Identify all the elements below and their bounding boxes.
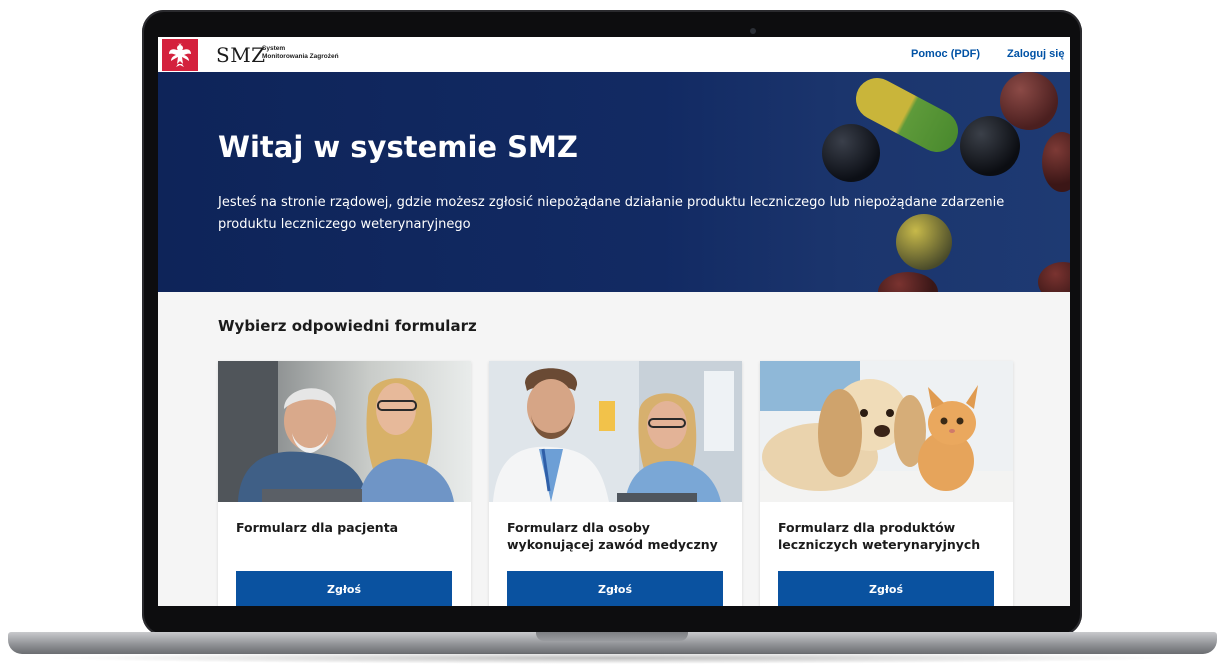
- pill-decoration: [1042, 132, 1070, 192]
- laptop-base-notch: [536, 632, 688, 641]
- smz-logo[interactable]: SMZ: [216, 43, 266, 67]
- form-card-medical-professional: Formularz dla osoby wykonującej zawód me…: [489, 361, 742, 606]
- pill-decoration: [822, 124, 880, 182]
- browser-viewport: SMZ System Monitorowania Zagrożeń Pomoc …: [158, 37, 1070, 606]
- logo-subtitle-line1: System: [262, 45, 286, 52]
- pill-decoration: [960, 116, 1020, 176]
- webcam: [750, 28, 756, 34]
- pill-decoration: [1038, 262, 1070, 292]
- section-title: Wybierz odpowiedni formularz: [218, 317, 477, 335]
- form-card-patient: Formularz dla pacjenta Zgłoś: [218, 361, 471, 606]
- report-button-patient[interactable]: Zgłoś: [236, 571, 452, 606]
- form-card-veterinary: Formularz dla produktów leczniczych wete…: [760, 361, 1013, 606]
- pill-decoration: [1000, 72, 1058, 130]
- login-link[interactable]: Zaloguj się: [1007, 48, 1064, 60]
- card-image-patient: [218, 361, 471, 502]
- hero-title: Witaj w systemie SMZ: [218, 130, 578, 164]
- hero-banner: Witaj w systemie SMZ Jesteś na stronie r…: [158, 72, 1070, 292]
- card-image-veterinary: [760, 361, 1013, 502]
- site-header: SMZ System Monitorowania Zagrożeń Pomoc …: [158, 37, 1070, 73]
- polish-eagle-emblem-icon: [162, 39, 198, 71]
- laptop-shadow: [40, 652, 1185, 664]
- card-title-medical: Formularz dla osoby wykonującej zawód me…: [507, 520, 718, 552]
- report-button-medical[interactable]: Zgłoś: [507, 571, 723, 606]
- card-title-veterinary: Formularz dla produktów leczniczych wete…: [778, 520, 981, 552]
- help-pdf-link[interactable]: Pomoc (PDF): [911, 48, 980, 60]
- hero-description: Jesteś na stronie rządowej, gdzie możesz…: [218, 195, 1005, 232]
- card-title-patient: Formularz dla pacjenta: [236, 520, 399, 535]
- report-button-veterinary[interactable]: Zgłoś: [778, 571, 994, 606]
- smz-logo-subtitle: System Monitorowania Zagrożeń: [262, 45, 339, 61]
- logo-subtitle-line2: Monitorowania Zagrożeń: [262, 53, 339, 60]
- card-image-medical: [489, 361, 742, 502]
- pill-decoration: [878, 272, 938, 292]
